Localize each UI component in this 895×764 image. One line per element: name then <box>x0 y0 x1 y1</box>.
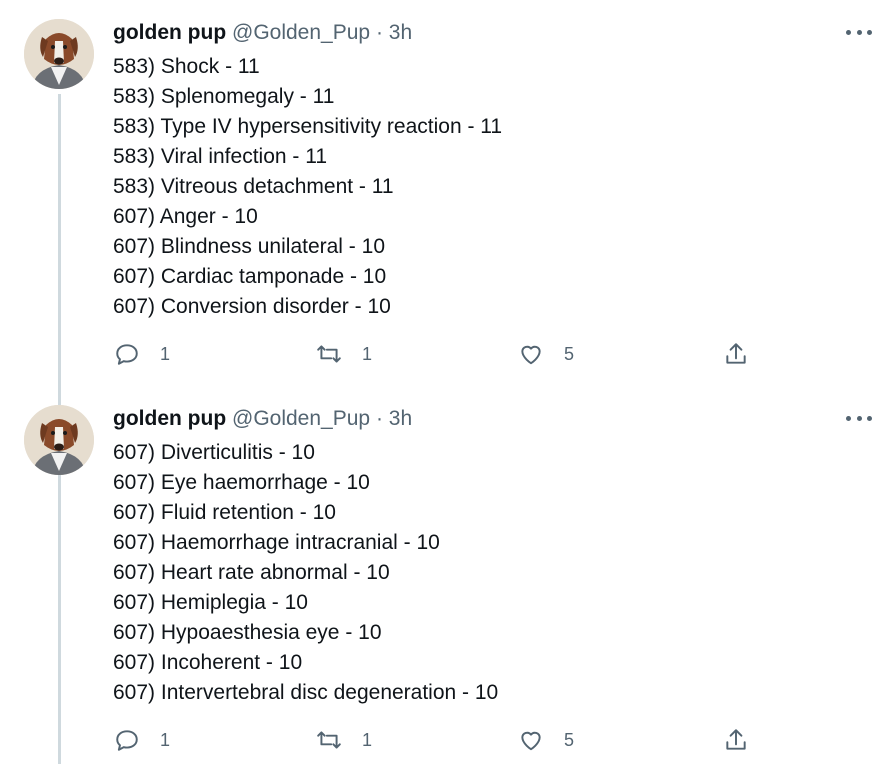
share-button[interactable] <box>723 725 749 755</box>
separator: · <box>375 21 383 44</box>
tweet-text: 583) Shock - 11 583) Splenomegaly - 11 5… <box>113 52 502 322</box>
retweet-count: 1 <box>362 729 373 750</box>
more-icon[interactable] <box>846 408 872 428</box>
tweet-line: 607) Cardiac tamponade - 10 <box>113 265 387 288</box>
tweet-line: 607) Blindness unilateral - 10 <box>113 235 385 258</box>
tweet-actions: 1 1 5 <box>0 725 895 755</box>
tweet-line: 607) Incoherent - 10 <box>113 651 303 674</box>
tweet-line: 583) Vitreous detachment - 11 <box>113 175 394 198</box>
tweet-line: 607) Diverticulitis - 10 <box>113 441 315 464</box>
reply-count: 1 <box>160 343 171 364</box>
share-button[interactable] <box>723 339 749 369</box>
separator: · <box>375 407 383 430</box>
tweet-line: 583) Viral infection - 11 <box>113 145 328 168</box>
retweet-icon <box>317 731 341 749</box>
tweet-header: golden pup @Golden_Pup · 3h <box>113 406 412 432</box>
avatar[interactable] <box>24 405 94 475</box>
tweet-line: 583) Shock - 11 <box>113 55 260 78</box>
reply-icon <box>116 730 138 751</box>
tweet-line: 607) Hemiplegia - 10 <box>113 591 308 614</box>
avatar[interactable] <box>24 19 94 89</box>
tweet-text: 607) Diverticulitis - 10 607) Eye haemor… <box>113 438 498 708</box>
like-button[interactable]: 5 <box>518 339 574 369</box>
tweet[interactable]: golden pup @Golden_Pup · 3h 607) Diverti… <box>0 386 895 764</box>
tweet[interactable]: golden pup @Golden_Pup · 3h 583) Shock -… <box>0 0 895 386</box>
display-name[interactable]: golden pup <box>113 407 226 430</box>
user-handle[interactable]: @Golden_Pup <box>232 21 370 44</box>
tweet-line: 583) Type IV hypersensitivity reaction -… <box>113 115 503 138</box>
timestamp[interactable]: 3h <box>389 407 412 430</box>
tweet-line: 607) Eye haemorrhage - 10 <box>113 471 370 494</box>
tweet-header: golden pup @Golden_Pup · 3h <box>113 20 412 46</box>
tweet-line: 607) Intervertebral disc degeneration - … <box>113 681 499 704</box>
timestamp[interactable]: 3h <box>389 21 412 44</box>
tweet-line: 583) Splenomegaly - 11 <box>113 85 335 108</box>
tweet-line: 607) Conversion disorder - 10 <box>113 295 391 318</box>
tweet-line: 607) Fluid retention - 10 <box>113 501 336 524</box>
user-handle[interactable]: @Golden_Pup <box>232 407 370 430</box>
retweet-icon <box>317 345 341 363</box>
tweet-line: 607) Hypoaesthesia eye - 10 <box>113 621 382 644</box>
tweet-actions: 1 1 5 <box>0 339 895 369</box>
tweet-line: 607) Haemorrhage intracranial - 10 <box>113 531 440 554</box>
share-icon <box>726 343 746 364</box>
like-count: 5 <box>564 729 575 750</box>
share-icon <box>726 729 746 750</box>
more-icon[interactable] <box>846 22 872 42</box>
like-button[interactable]: 5 <box>518 725 574 755</box>
reply-button[interactable]: 1 <box>114 339 170 369</box>
like-count: 5 <box>564 343 575 364</box>
retweet-button[interactable]: 1 <box>316 725 372 755</box>
retweet-count: 1 <box>362 343 373 364</box>
heart-icon <box>521 345 541 365</box>
display-name[interactable]: golden pup <box>113 21 226 44</box>
heart-icon <box>521 731 541 751</box>
tweet-line: 607) Anger - 10 <box>113 205 258 228</box>
retweet-button[interactable]: 1 <box>316 339 372 369</box>
reply-button[interactable]: 1 <box>114 725 170 755</box>
reply-count: 1 <box>160 729 171 750</box>
reply-icon <box>116 344 138 365</box>
tweet-line: 607) Heart rate abnormal - 10 <box>113 561 390 584</box>
